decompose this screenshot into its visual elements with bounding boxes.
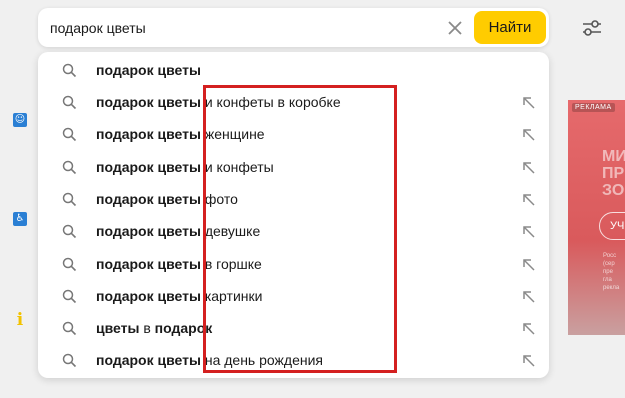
insert-suggestion-arrow-icon[interactable] bbox=[521, 224, 536, 239]
accessibility-icon: ♿ bbox=[13, 212, 27, 226]
suggestion-match: подарок цветы bbox=[96, 126, 201, 142]
suggestion-match: подарок цветы bbox=[96, 62, 201, 78]
suggestion-item[interactable]: подарок цветы на день рождения bbox=[38, 344, 549, 376]
suggestion-item[interactable]: подарок цветы картинки bbox=[38, 280, 549, 312]
ad-headline: МИ ПР ЗО bbox=[602, 148, 625, 199]
insert-suggestion-arrow-icon[interactable] bbox=[521, 257, 536, 272]
ad-banner[interactable]: РЕКЛАМА МИ ПР ЗО УЧ Росс (сер пре гла ре… bbox=[568, 100, 625, 335]
suggestion-item[interactable]: подарок цветы bbox=[38, 54, 549, 86]
suggestion-match: подарок цветы bbox=[96, 223, 201, 239]
ad-button[interactable]: УЧ bbox=[599, 212, 625, 240]
suggestion-text: подарок цветы фото bbox=[96, 191, 238, 208]
suggestion-text: цветы в подарок bbox=[96, 320, 212, 337]
suggestion-match: подарок bbox=[154, 320, 213, 336]
search-icon bbox=[62, 160, 77, 175]
insert-suggestion-arrow-icon[interactable] bbox=[521, 321, 536, 336]
suggestion-text: подарок цветы и конфеты в коробке bbox=[96, 94, 341, 111]
smile-icon: ☺ bbox=[13, 113, 27, 127]
search-icon bbox=[62, 289, 77, 304]
search-icon bbox=[62, 224, 77, 239]
suggestion-item[interactable]: подарок цветы и конфеты bbox=[38, 151, 549, 183]
suggestion-text: подарок цветы картинки bbox=[96, 288, 262, 305]
search-icon bbox=[62, 63, 77, 78]
suggestion-match: подарок цветы bbox=[96, 191, 201, 207]
search-icon bbox=[62, 95, 77, 110]
suggestion-rest: девушке bbox=[200, 223, 261, 239]
search-bar: Найти bbox=[38, 8, 549, 47]
ad-badge: РЕКЛАМА bbox=[572, 103, 615, 112]
suggestion-item[interactable]: подарок цветы женщине bbox=[38, 118, 549, 150]
insert-suggestion-arrow-icon[interactable] bbox=[521, 127, 536, 142]
suggestion-match: цветы bbox=[96, 320, 140, 336]
insert-suggestion-arrow-icon[interactable] bbox=[521, 95, 536, 110]
info-icon: i bbox=[16, 310, 24, 330]
suggestion-rest: на день рождения bbox=[200, 352, 323, 368]
search-icon bbox=[62, 353, 77, 368]
clear-search-button[interactable] bbox=[446, 19, 464, 37]
suggestion-match: подарок цветы bbox=[96, 94, 201, 110]
suggestion-rest: фото bbox=[200, 191, 238, 207]
suggestion-text: подарок цветы и конфеты bbox=[96, 159, 274, 176]
ad-fine-print: Росс (сер пре гла рекла bbox=[603, 253, 620, 291]
sliders-icon bbox=[583, 20, 601, 36]
suggestion-rest: в bbox=[139, 320, 155, 336]
suggestion-item[interactable]: подарок цветы девушке bbox=[38, 215, 549, 247]
suggestion-rest: и конфеты bbox=[200, 159, 274, 175]
suggestion-rest: в горшке bbox=[200, 256, 262, 272]
suggestion-match: подарок цветы bbox=[96, 352, 201, 368]
suggestion-item[interactable]: подарок цветы и конфеты в коробке bbox=[38, 86, 549, 118]
filter-settings-button[interactable] bbox=[578, 14, 606, 42]
suggestion-text: подарок цветы на день рождения bbox=[96, 352, 323, 369]
search-submit-button[interactable]: Найти bbox=[474, 11, 546, 44]
close-icon bbox=[448, 21, 462, 35]
insert-suggestion-arrow-icon[interactable] bbox=[521, 160, 536, 175]
insert-suggestion-arrow-icon[interactable] bbox=[521, 353, 536, 368]
search-icon bbox=[62, 321, 77, 336]
search-icon bbox=[62, 257, 77, 272]
suggestions-dropdown: подарок цветы подарок цветы и конфеты в к… bbox=[38, 52, 549, 378]
suggestion-text: подарок цветы женщине bbox=[96, 126, 265, 143]
search-input[interactable] bbox=[50, 17, 430, 39]
suggestion-rest: и конфеты в коробке bbox=[200, 94, 341, 110]
suggestion-match: подарок цветы bbox=[96, 288, 201, 304]
suggestion-text: подарок цветы девушке bbox=[96, 223, 260, 240]
suggestion-item[interactable]: подарок цветы фото bbox=[38, 183, 549, 215]
suggestion-text: подарок цветы bbox=[96, 62, 201, 79]
suggestion-text: подарок цветы в горшке bbox=[96, 256, 262, 273]
search-icon bbox=[62, 127, 77, 142]
suggestion-item[interactable]: цветы в подарок bbox=[38, 312, 549, 344]
suggestion-rest: картинки bbox=[200, 288, 263, 304]
suggestion-match: подарок цветы bbox=[96, 159, 201, 175]
insert-suggestion-arrow-icon[interactable] bbox=[521, 289, 536, 304]
suggestion-rest: женщине bbox=[200, 126, 265, 142]
suggestion-item[interactable]: подарок цветы в горшке bbox=[38, 248, 549, 280]
insert-suggestion-arrow-icon[interactable] bbox=[521, 192, 536, 207]
search-icon bbox=[62, 192, 77, 207]
suggestion-match: подарок цветы bbox=[96, 256, 201, 272]
